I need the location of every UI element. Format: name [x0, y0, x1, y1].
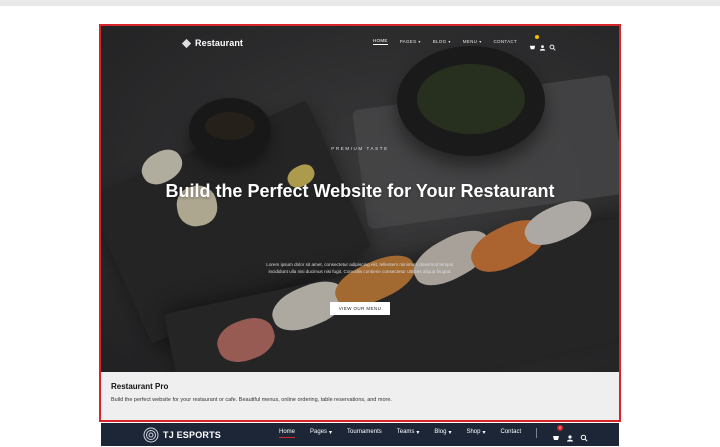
search-icon[interactable] [580, 429, 588, 442]
template-title: Restaurant Pro [111, 382, 169, 391]
hero-preview: Restaurant HOME PAGES ▾ BLOG ▾ MENU ▾ CONTA… [101, 26, 619, 372]
cart-count-badge: 0 [557, 425, 564, 431]
hero-body-text: Lorem ipsum dolor sit amet, consectetur … [266, 262, 454, 274]
esports-logo[interactable]: TJ ESPORTS [143, 427, 221, 443]
user-icon[interactable] [539, 38, 546, 51]
hero-nav-icons [529, 35, 556, 51]
es-nav-item-tournaments[interactable]: Tournaments [347, 429, 382, 437]
chevron-down-icon: ▾ [482, 429, 486, 436]
nav-item-blog[interactable]: BLOG ▾ [433, 39, 451, 44]
chevron-down-icon: ▾ [448, 429, 452, 436]
esports-nav: Home Pages ▾ Tournaments Teams ▾ Blog ▾ Sho… [279, 425, 588, 442]
es-nav-item-pages[interactable]: Pages ▾ [310, 429, 332, 438]
view-menu-button[interactable]: VIEW OUR MENU [330, 302, 390, 315]
chevron-down-icon: ▾ [329, 429, 333, 436]
nav-divider [536, 428, 538, 438]
es-nav-item-contact[interactable]: Contact [500, 429, 521, 437]
page-top-strip [0, 0, 720, 6]
esports-nav-icons: 0 [552, 425, 588, 442]
template-info: Restaurant Pro Build the perfect website… [101, 372, 619, 420]
es-nav-item-home[interactable]: Home [279, 429, 296, 438]
chevron-down-icon: ▾ [448, 38, 451, 44]
user-icon[interactable] [566, 429, 574, 442]
template-card-restaurant[interactable]: Restaurant HOME PAGES ▾ BLOG ▾ MENU ▾ CONTA… [99, 24, 621, 422]
hero-nav: HOME PAGES ▾ BLOG ▾ MENU ▾ CONTACT [373, 35, 556, 51]
logo-icon [181, 38, 192, 48]
es-nav-item-blog[interactable]: Blog ▾ [434, 429, 451, 438]
template-card-esports-preview[interactable]: TJ ESPORTS Home Pages ▾ Tournaments Teams… [101, 423, 619, 446]
nav-item-menu[interactable]: MENU ▾ [463, 39, 482, 44]
nav-item-home[interactable]: HOME [373, 38, 388, 45]
cart-icon[interactable] [529, 35, 540, 50]
cart-icon[interactable]: 0 [552, 425, 564, 440]
nav-item-pages[interactable]: PAGES ▾ [400, 39, 421, 44]
restaurant-logo[interactable]: Restaurant [181, 36, 243, 50]
logo-text: Restaurant [195, 38, 244, 48]
chevron-down-icon: ▾ [416, 429, 420, 436]
template-description: Build the perfect website for your resta… [111, 397, 392, 403]
es-nav-item-shop[interactable]: Shop ▾ [466, 429, 485, 438]
chevron-down-icon: ▾ [418, 38, 421, 44]
hero-headline: Build the Perfect Website for Your Resta… [165, 181, 555, 201]
esports-logo-icon [143, 427, 159, 443]
nav-item-contact[interactable]: CONTACT [494, 39, 518, 44]
es-nav-item-teams[interactable]: Teams ▾ [397, 429, 420, 438]
hero-eyebrow: PREMIUM TASTE [331, 146, 389, 151]
chevron-down-icon: ▾ [479, 38, 482, 44]
search-icon[interactable] [549, 38, 556, 51]
esports-logo-text: TJ ESPORTS [163, 430, 222, 440]
